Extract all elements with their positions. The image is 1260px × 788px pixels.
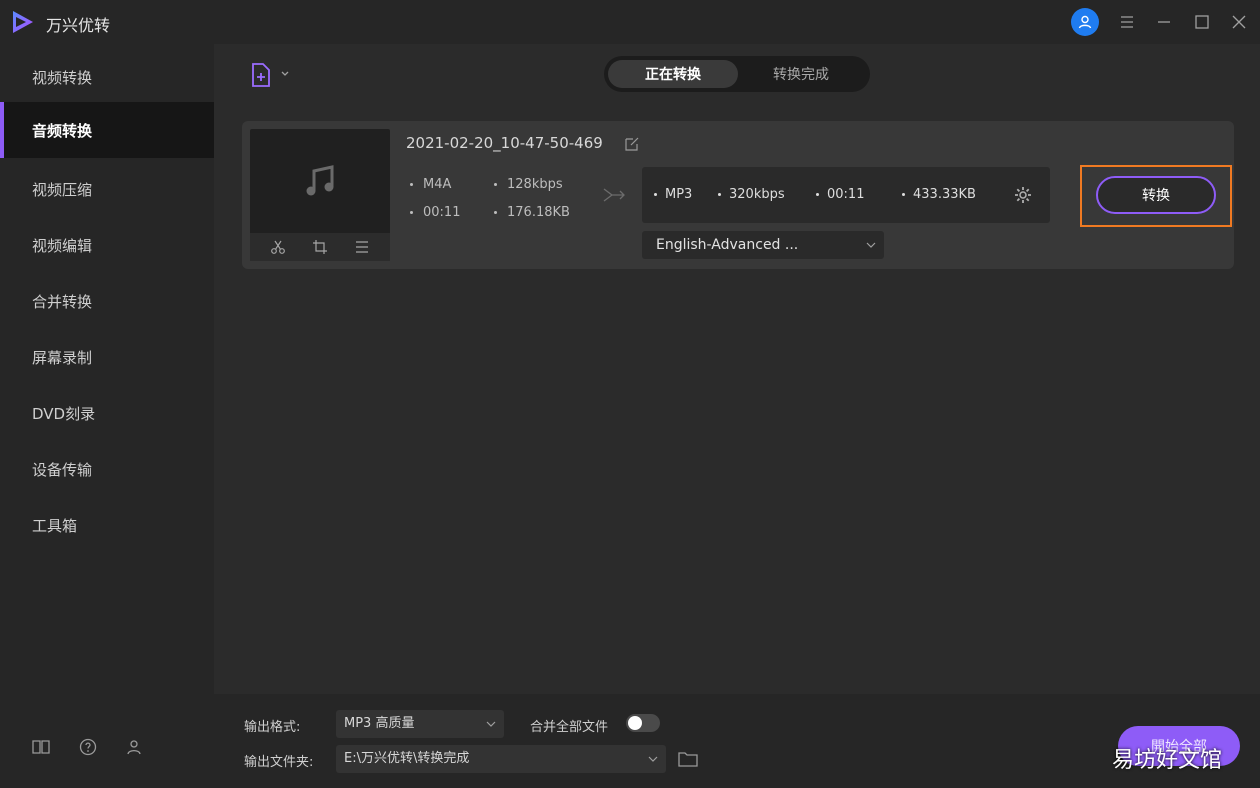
convert-arrow-icon [603,188,625,202]
file-card: 2021-02-20_10-47-50-469 M4A 128kbps 00:1… [242,121,1234,269]
crop-icon[interactable] [312,239,328,255]
source-duration: 00:11 [410,205,460,220]
target-format-text: MP3 [665,187,693,202]
sidebar-item-toolbox[interactable]: 工具箱 [0,497,214,553]
title-bar: 万兴优转 [0,0,1260,44]
output-folder-value: E:\万兴优转\转换完成 [344,751,470,766]
maximize-icon[interactable] [1190,10,1214,34]
settings-list-icon[interactable] [354,239,370,255]
thumbnail-toolbar [250,233,390,261]
source-size-text: 176.18KB [507,205,570,220]
merge-all-label: 合并全部文件 [530,720,609,735]
tab-bar: 正在转换 转换完成 [604,56,870,92]
sidebar-item-label: 合并转换 [32,292,93,311]
convert-highlight-box: 转换 [1080,165,1232,227]
output-folder-label: 输出文件夹: [244,755,314,770]
target-format: MP3 [654,187,692,202]
close-icon[interactable] [1227,10,1251,34]
help-icon[interactable] [77,736,99,758]
target-duration-text: 00:11 [827,187,865,202]
sidebar-item-label: 视频编辑 [32,236,93,255]
target-bitrate: 320kbps [718,187,785,202]
sidebar-item-label: 视频转换 [32,68,93,87]
target-size-text: 433.33KB [913,187,976,202]
sidebar-item-label: 音频转换 [32,121,93,140]
sidebar-item-video-edit[interactable]: 视频编辑 [0,217,214,273]
source-bitrate: 128kbps [494,177,563,192]
output-format-label: 输出格式: [244,720,301,735]
sidebar-item-device-transfer[interactable]: 设备传输 [0,441,214,497]
source-bitrate-text: 128kbps [507,177,563,192]
sidebar-item-label: 设备传输 [32,460,93,479]
file-thumbnail [250,129,390,261]
source-format: M4A [410,177,451,192]
scissors-icon[interactable] [270,239,286,255]
sidebar: 视频转换 音频转换 视频压缩 视频编辑 合并转换 屏幕录制 DVD刻录 设备传输… [0,44,214,788]
source-format-text: M4A [423,177,452,192]
user-avatar-icon[interactable] [1071,8,1099,36]
sidebar-item-label: 屏幕录制 [32,348,93,367]
convert-button[interactable]: 转换 [1096,176,1216,214]
sidebar-item-merge-convert[interactable]: 合并转换 [0,273,214,329]
watermark: 易坊好文馆 [1112,748,1223,773]
folder-icon[interactable] [678,750,698,768]
output-settings-box[interactable]: MP3 320kbps 00:11 433.33KB [642,167,1050,223]
chevron-down-icon[interactable] [279,68,291,80]
audio-track-value: English-Advanced ... [656,237,799,253]
sidebar-item-dvd-burn[interactable]: DVD刻录 [0,385,214,441]
app-title: 万兴优转 [46,16,111,35]
tab-converting[interactable]: 正在转换 [608,60,738,88]
sidebar-item-audio-convert[interactable]: 音频转换 [0,102,214,158]
tab-label: 正在转换 [645,67,701,83]
tab-finished[interactable]: 转换完成 [736,60,866,88]
edit-name-icon[interactable] [624,136,640,152]
target-duration: 00:11 [816,187,864,202]
minimize-icon[interactable] [1152,10,1176,34]
sidebar-item-screen-record[interactable]: 屏幕录制 [0,329,214,385]
file-name: 2021-02-20_10-47-50-469 [406,134,603,152]
source-size: 176.18KB [494,205,570,220]
add-file-icon[interactable] [248,62,274,88]
sidebar-item-label: DVD刻录 [32,404,96,423]
target-size: 433.33KB [902,187,976,202]
gear-icon[interactable] [1014,186,1032,204]
convert-button-label: 转换 [1142,188,1170,204]
target-bitrate-text: 320kbps [729,187,785,202]
sidebar-item-video-compress[interactable]: 视频压缩 [0,161,214,217]
output-folder-select[interactable]: E:\万兴优转\转换完成 [336,745,666,773]
source-duration-text: 00:11 [423,205,461,220]
merge-all-toggle[interactable] [626,714,660,732]
chevron-down-icon [648,756,658,762]
output-format-select[interactable]: MP3 高质量 [336,710,504,738]
music-note-icon [306,165,334,196]
chevron-down-icon [866,242,876,248]
sidebar-item-label: 视频压缩 [32,180,93,199]
menu-icon[interactable] [1115,10,1139,34]
audio-track-select[interactable]: English-Advanced ... [642,231,884,259]
book-icon[interactable] [30,736,52,758]
output-format-value: MP3 高质量 [344,716,415,731]
account-icon[interactable] [124,736,146,758]
tab-label: 转换完成 [773,67,829,83]
toggle-knob [628,716,642,730]
sidebar-item-video-convert[interactable]: 视频转换 [0,49,214,105]
chevron-down-icon [486,721,496,727]
sidebar-item-label: 工具箱 [32,516,78,535]
main-panel: 正在转换 转换完成 2021-02-20_10-47-50-469 M4A 12… [214,44,1260,694]
app-logo-icon [13,11,33,33]
bottom-bar: 输出格式: MP3 高质量 合并全部文件 输出文件夹: E:\万兴优转\转换完成… [214,694,1260,788]
